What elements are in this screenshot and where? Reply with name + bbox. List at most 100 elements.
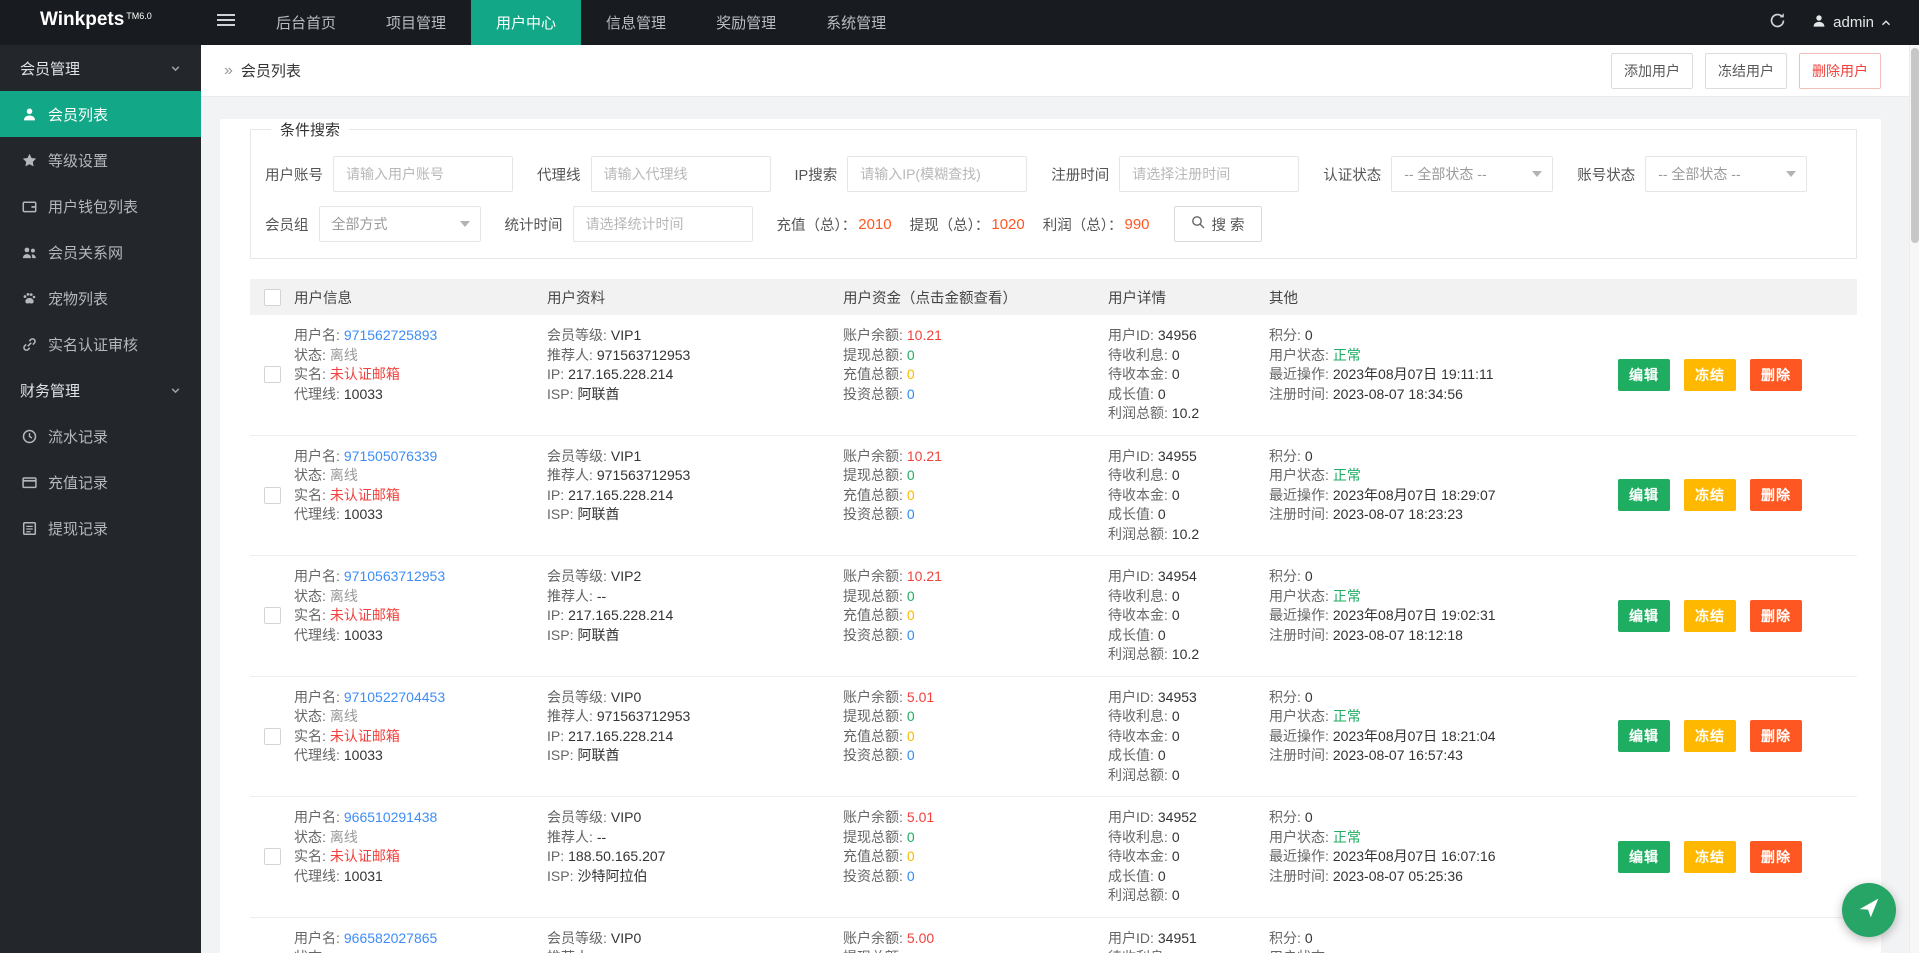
column-header-user-funds: 用户资金（点击金额查看） — [843, 290, 1017, 307]
delete-button[interactable]: 删除 — [1750, 479, 1802, 512]
balance-amount[interactable]: 10.21 — [907, 448, 942, 464]
add-user-button[interactable]: 添加用户 — [1611, 52, 1693, 89]
withdraw-amount[interactable]: 0 — [907, 829, 915, 845]
stat-time-input[interactable] — [572, 206, 753, 242]
selected-value: 全部方式 — [331, 216, 388, 232]
balance-amount[interactable]: 10.21 — [907, 568, 942, 584]
sidebar-item-pet-list[interactable]: 宠物列表 — [0, 275, 201, 321]
edit-button[interactable]: 编辑 — [1618, 720, 1670, 753]
sidebar-group-member[interactable]: 会员管理 — [0, 45, 201, 91]
freeze-button[interactable]: 冻结 — [1684, 599, 1736, 632]
sidebar-item-withdraw-records[interactable]: 提现记录 — [0, 505, 201, 551]
freeze-button[interactable]: 冻结 — [1684, 840, 1736, 873]
delete-button[interactable]: 删除 — [1750, 358, 1802, 391]
nav-item-home[interactable]: 后台首页 — [251, 0, 361, 45]
menu-toggle-button[interactable] — [201, 0, 251, 45]
username-link[interactable]: 9710563712953 — [344, 568, 445, 584]
recharge-amount[interactable]: 0 — [907, 728, 915, 744]
refresh-button[interactable] — [1769, 12, 1786, 34]
account-status-select[interactable]: -- 全部状态 -- — [1645, 156, 1808, 192]
nav-item-rewards[interactable]: 奖励管理 — [691, 0, 801, 45]
agent-line-input[interactable] — [590, 156, 771, 192]
withdraw-amount[interactable]: 0 — [907, 588, 915, 604]
search-button[interactable]: 搜 索 — [1173, 206, 1262, 242]
withdraw-amount[interactable]: 0 — [907, 347, 915, 363]
delete-button[interactable]: 删除 — [1750, 599, 1802, 632]
row-checkbox[interactable] — [263, 607, 281, 625]
chat-widget-button[interactable] — [1842, 883, 1896, 937]
username-link[interactable]: 966582027865 — [344, 930, 437, 946]
nav-item-info[interactable]: 信息管理 — [581, 0, 691, 45]
username-link[interactable]: 971505076339 — [344, 448, 437, 464]
sidebar-item-flow-records[interactable]: 流水记录 — [0, 413, 201, 459]
auth-status-select[interactable]: -- 全部状态 -- — [1391, 156, 1554, 192]
balance-amount[interactable]: 10.21 — [907, 327, 942, 343]
row-checkbox[interactable] — [263, 366, 281, 384]
withdraw-amount[interactable]: 0 — [907, 708, 915, 724]
field-stat-time: 统计时间 — [505, 206, 753, 242]
member-list-card: 条件搜索 用户账号 代理线 IP搜索 注册时间 — [220, 119, 1881, 953]
balance-line: 账户余额: 5.01 — [843, 688, 935, 705]
edit-button[interactable]: 编辑 — [1618, 479, 1670, 512]
delete-user-button[interactable]: 删除用户 — [1799, 52, 1881, 89]
invest-amount[interactable]: 0 — [907, 747, 915, 763]
balance-amount[interactable]: 5.01 — [907, 689, 934, 705]
recharge-amount[interactable]: 0 — [907, 366, 915, 382]
recharge-amount[interactable]: 0 — [907, 487, 915, 503]
field-label: 账号状态 — [1577, 167, 1636, 184]
scrollbar[interactable] — [1909, 45, 1919, 953]
totals-summary: 充值（总）： 2010 提现（总）： 1020 利润（总）： 990 — [777, 214, 1168, 235]
delete-button[interactable]: 删除 — [1750, 840, 1802, 873]
user-account-input[interactable] — [333, 156, 513, 192]
profit-line: 利润总额: 10.2 — [1108, 525, 1200, 542]
recharge-amount[interactable]: 0 — [907, 848, 915, 864]
freeze-button[interactable]: 冻结 — [1684, 720, 1736, 753]
delete-button[interactable]: 删除 — [1750, 720, 1802, 753]
topbar: Winkpets TM6.0 后台首页 项目管理 用户中心 信息管理 奖励管理 系… — [0, 0, 1919, 45]
admin-menu[interactable]: admin — [1812, 14, 1891, 32]
row-checkbox[interactable] — [263, 727, 281, 745]
invest-amount[interactable]: 0 — [907, 627, 915, 643]
sidebar-item-user-wallet-list[interactable]: 用户钱包列表 — [0, 183, 201, 229]
sidebar-group-finance[interactable]: 财务管理 — [0, 367, 201, 413]
username-link[interactable]: 966510291438 — [344, 809, 437, 825]
sidebar-item-recharge-records[interactable]: 充值记录 — [0, 459, 201, 505]
row-checkbox[interactable] — [263, 486, 281, 504]
invest-amount[interactable]: 0 — [907, 868, 915, 884]
invest-line: 投资总额: 0 — [843, 747, 915, 763]
ip-search-input[interactable] — [847, 156, 1028, 192]
growth-line: 成长值: 0 — [1108, 747, 1166, 763]
sidebar-item-level-settings[interactable]: 等级设置 — [0, 137, 201, 183]
row-checkbox[interactable] — [263, 848, 281, 866]
invest-amount[interactable]: 0 — [907, 506, 915, 522]
nav-item-user-center[interactable]: 用户中心 — [471, 0, 582, 45]
invest-amount[interactable]: 0 — [907, 386, 915, 402]
balance-amount[interactable]: 5.01 — [907, 809, 934, 825]
agent-line: 代理线: 10033 — [294, 747, 383, 763]
username-link[interactable]: 971562725893 — [344, 327, 437, 343]
freeze-user-button[interactable]: 冻结用户 — [1705, 52, 1787, 89]
recharge-amount[interactable]: 0 — [907, 607, 915, 623]
edit-button[interactable]: 编辑 — [1618, 599, 1670, 632]
register-time-input[interactable] — [1119, 156, 1300, 192]
select-all-checkbox[interactable] — [263, 288, 281, 306]
edit-button[interactable]: 编辑 — [1618, 840, 1670, 873]
field-label: 认证状态 — [1323, 167, 1382, 184]
withdraw-amount[interactable]: 0 — [907, 467, 915, 483]
scrollbar-thumb[interactable] — [1911, 48, 1919, 243]
nav-item-system[interactable]: 系统管理 — [801, 0, 911, 45]
member-group-select[interactable]: 全部方式 — [318, 206, 481, 242]
sidebar-item-member-network[interactable]: 会员关系网 — [0, 229, 201, 275]
sidebar-item-realname-audit[interactable]: 实名认证审核 — [0, 321, 201, 367]
balance-amount[interactable]: 5.00 — [907, 930, 934, 946]
invest-line: 投资总额: 0 — [843, 506, 915, 522]
freeze-button[interactable]: 冻结 — [1684, 479, 1736, 512]
last-operation-line: 最近操作: 2023年08月07日 16:07:16 — [1269, 848, 1496, 864]
username-link[interactable]: 9710522704453 — [344, 689, 445, 705]
sidebar-item-member-list[interactable]: 会员列表 — [0, 91, 201, 137]
status-line: 状态: 离线 — [294, 587, 358, 604]
nav-item-projects[interactable]: 项目管理 — [361, 0, 471, 45]
edit-button[interactable]: 编辑 — [1618, 358, 1670, 391]
freeze-button[interactable]: 冻结 — [1684, 358, 1736, 391]
username-line: 用户名: 9710563712953 — [294, 568, 446, 584]
